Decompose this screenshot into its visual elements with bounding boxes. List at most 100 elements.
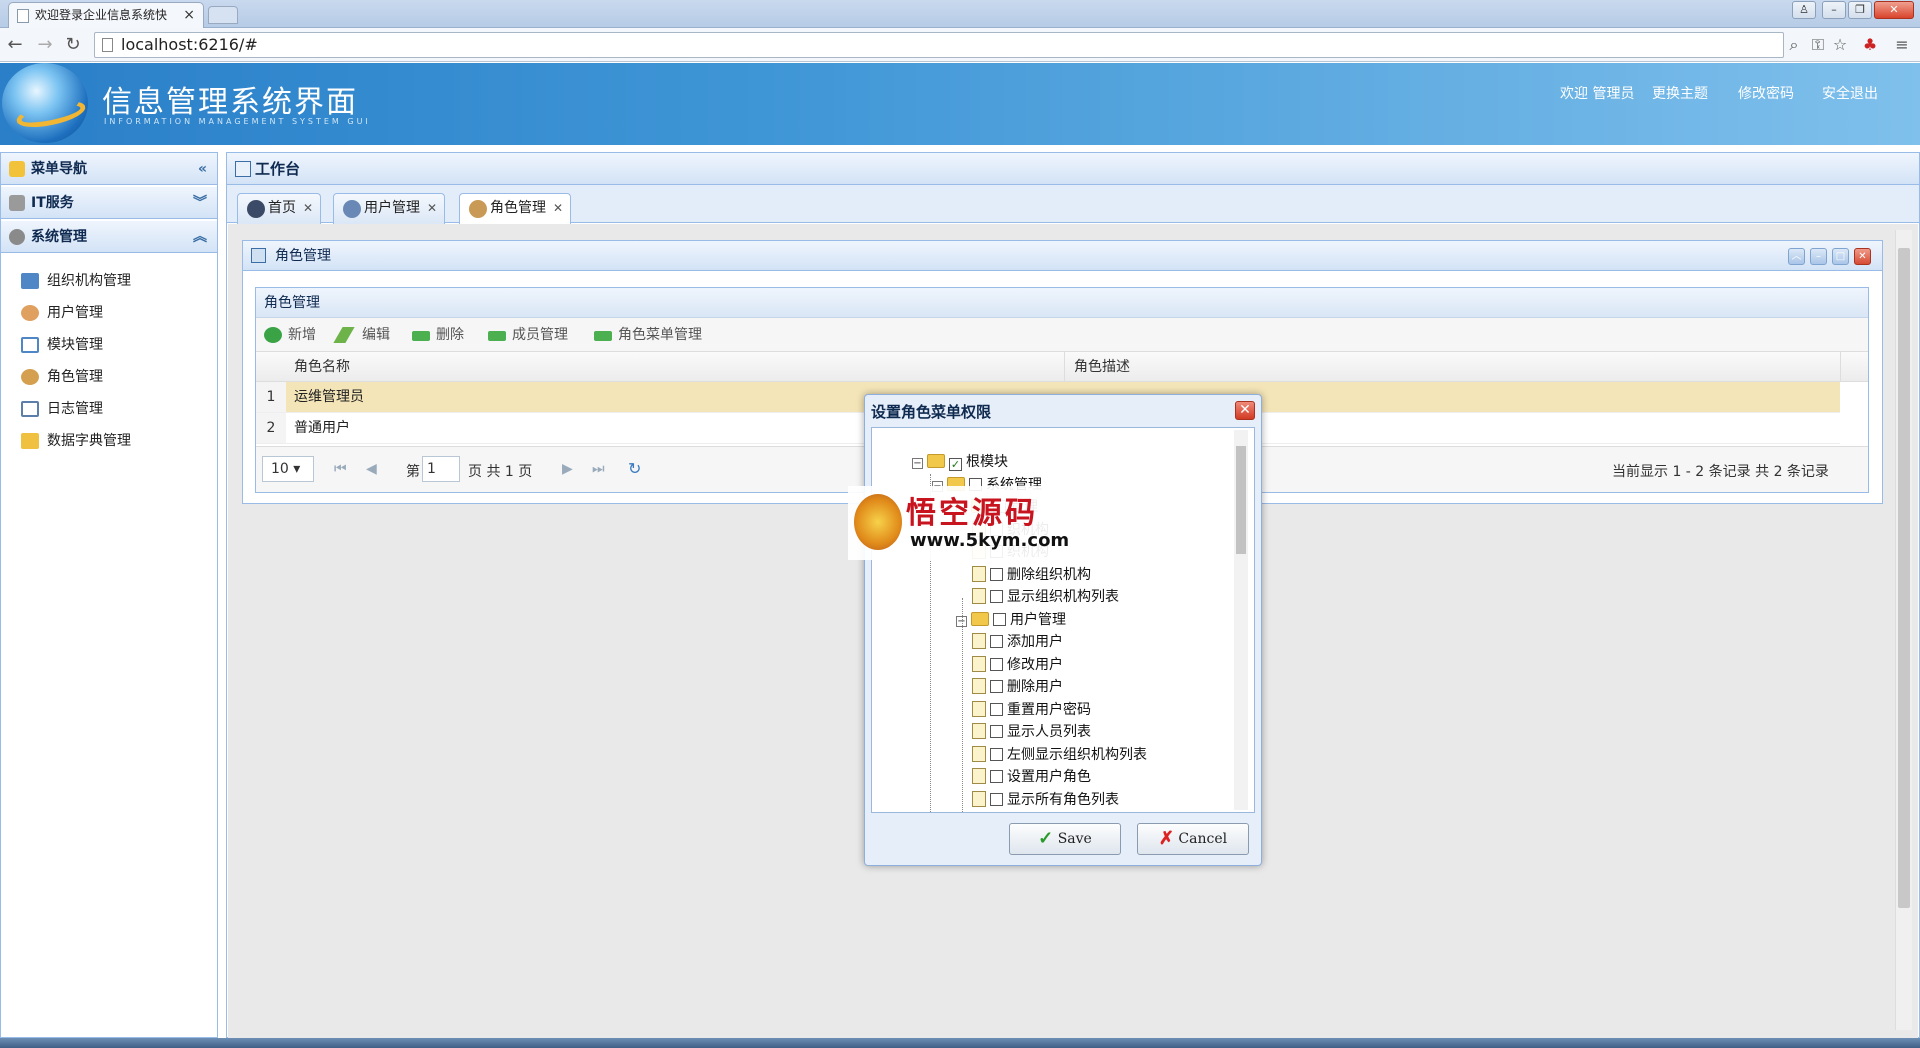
watermark: 悟空源码 www.5kym.com bbox=[848, 486, 1074, 560]
delete-button[interactable]: 删除 bbox=[412, 326, 464, 344]
tree-folder-node[interactable]: − ✓ 根模块 bbox=[912, 452, 1008, 472]
last-page-icon[interactable]: ⏭ bbox=[592, 461, 605, 477]
permission-checkbox[interactable] bbox=[990, 725, 1003, 738]
change-password-link[interactable]: 修改密码 bbox=[1738, 83, 1794, 103]
user-icon bbox=[21, 305, 39, 321]
page-label-post: 页 共 1 页 bbox=[468, 464, 533, 480]
forward-icon[interactable]: → bbox=[34, 34, 56, 56]
next-page-icon[interactable]: ▶ bbox=[562, 461, 573, 477]
tab-roles[interactable]: 角色管理 ✕ bbox=[459, 193, 571, 225]
members-button[interactable]: 成员管理 bbox=[488, 326, 568, 344]
permission-checkbox[interactable] bbox=[990, 657, 1003, 671]
log-icon bbox=[21, 401, 39, 417]
check-icon: ✓ bbox=[1038, 828, 1054, 849]
sidebar-item-label: 用户管理 bbox=[47, 305, 103, 321]
permission-checkbox[interactable] bbox=[990, 567, 1003, 581]
minimize-button[interactable]: – bbox=[1822, 1, 1846, 19]
permission-checkbox[interactable] bbox=[990, 792, 1003, 806]
zoom-icon[interactable]: ⌕ bbox=[1784, 36, 1804, 54]
permission-checkbox[interactable] bbox=[993, 612, 1006, 626]
tree-leaf-node[interactable]: 删除用户 bbox=[972, 677, 1063, 697]
close-window-button[interactable]: ✕ bbox=[1874, 1, 1914, 19]
new-tab-button[interactable] bbox=[208, 6, 238, 24]
page-size-select[interactable]: 10 ▾ bbox=[262, 456, 314, 482]
delete-label: 删除 bbox=[436, 327, 464, 343]
tree-leaf-node[interactable]: 修改用户 bbox=[972, 655, 1063, 675]
permission-checkbox[interactable] bbox=[990, 702, 1003, 716]
sidebar-item-org[interactable]: 组织机构管理 bbox=[21, 271, 131, 291]
collapse-panel-button[interactable]: ︿ bbox=[1788, 248, 1805, 265]
sidebar-item-roles[interactable]: 角色管理 bbox=[21, 367, 103, 387]
address-bar[interactable]: localhost:6216/# bbox=[94, 32, 1784, 58]
permission-checkbox[interactable] bbox=[990, 747, 1003, 761]
close-panel-button[interactable]: ✕ bbox=[1854, 248, 1871, 265]
document-icon bbox=[972, 723, 986, 739]
tree-leaf-node[interactable]: 显示人员列表 bbox=[972, 722, 1091, 742]
star-icon[interactable]: ☆ bbox=[1830, 36, 1850, 54]
role-menu-button[interactable]: 角色菜单管理 bbox=[594, 326, 702, 344]
permission-checkbox[interactable]: ✓ bbox=[949, 458, 962, 471]
restore-button[interactable]: ❐ bbox=[1848, 1, 1872, 19]
page-scrollbar[interactable] bbox=[1895, 230, 1912, 1030]
tree-scrollbar[interactable] bbox=[1234, 430, 1248, 810]
reload-icon[interactable]: ↻ bbox=[62, 34, 84, 56]
edit-button[interactable]: 编辑 bbox=[333, 326, 390, 344]
browser-tab[interactable]: 欢迎登录企业信息系统快 × bbox=[8, 2, 204, 28]
tree-leaf-node[interactable]: 显示组织机构列表 bbox=[972, 587, 1119, 607]
menu-icon[interactable]: ≡ bbox=[1892, 36, 1912, 54]
prev-page-icon[interactable]: ◀ bbox=[366, 461, 377, 477]
tree-leaf-node[interactable]: 设置用户角色 bbox=[972, 767, 1091, 787]
cancel-button[interactable]: ✗ Cancel bbox=[1137, 823, 1249, 855]
maximize-panel-button[interactable]: □ bbox=[1832, 248, 1849, 265]
refresh-icon[interactable]: ↻ bbox=[628, 459, 641, 478]
sidebar-item-modules[interactable]: 模块管理 bbox=[21, 335, 103, 355]
watermark-url: www.5kym.com bbox=[910, 530, 1070, 551]
page-icon bbox=[17, 9, 29, 23]
collapse-sidebar-icon[interactable]: « bbox=[198, 153, 207, 185]
add-button[interactable]: 新增 bbox=[264, 326, 316, 344]
change-theme-link[interactable]: 更换主题 bbox=[1652, 83, 1708, 103]
permission-checkbox[interactable] bbox=[990, 635, 1003, 648]
sidebar-item-logs[interactable]: 日志管理 bbox=[21, 399, 103, 419]
close-tab-icon[interactable]: ✕ bbox=[427, 194, 437, 222]
tab-label: 角色管理 bbox=[490, 200, 546, 216]
tree-leaf-node[interactable]: 显示所有角色列表 bbox=[972, 790, 1119, 810]
sidebar-group-it[interactable]: IT服务 ︾ bbox=[1, 187, 217, 219]
tab-users[interactable]: 用户管理 ✕ bbox=[333, 193, 445, 224]
tab-home[interactable]: 首页 ✕ bbox=[237, 193, 321, 224]
sidebar-group-system[interactable]: 系统管理 ︽ bbox=[1, 221, 217, 253]
page-number-input[interactable]: 1 bbox=[422, 456, 460, 482]
page-icon bbox=[102, 38, 113, 52]
document-icon bbox=[972, 588, 986, 604]
logout-link[interactable]: 安全退出 bbox=[1822, 83, 1878, 103]
collapse-node-icon[interactable]: − bbox=[912, 458, 923, 469]
column-role-name[interactable]: 角色名称 bbox=[294, 352, 350, 382]
save-button[interactable]: ✓ Save bbox=[1009, 823, 1121, 855]
permission-checkbox[interactable] bbox=[990, 590, 1003, 603]
tree-node-label: 显示组织机构列表 bbox=[1007, 589, 1119, 605]
close-tab-icon[interactable]: ✕ bbox=[303, 194, 313, 222]
sidebar-item-users[interactable]: 用户管理 bbox=[21, 303, 103, 323]
permission-checkbox[interactable] bbox=[990, 680, 1003, 693]
minimize-panel-button[interactable]: – bbox=[1810, 248, 1827, 265]
back-icon[interactable]: ← bbox=[4, 34, 26, 56]
collapse-icon[interactable]: ︽ bbox=[193, 221, 207, 253]
tree-leaf-node[interactable]: 添加用户 bbox=[972, 632, 1063, 652]
column-role-desc[interactable]: 角色描述 bbox=[1074, 352, 1130, 382]
key-icon[interactable]: ⚿ bbox=[1808, 36, 1828, 54]
user-icon[interactable]: ♙ bbox=[1792, 1, 1816, 19]
tree-node-label: 根模块 bbox=[966, 454, 1008, 470]
close-tab-icon[interactable]: ✕ bbox=[553, 194, 563, 222]
tree-leaf-node[interactable]: 删除组织机构 bbox=[972, 565, 1091, 585]
sidebar-item-label: 角色管理 bbox=[47, 369, 103, 385]
sidebar-item-dictionary[interactable]: 数据字典管理 bbox=[21, 431, 131, 451]
tree-folder-node[interactable]: − 用户管理 bbox=[956, 610, 1066, 630]
first-page-icon[interactable]: ⏮ bbox=[334, 461, 347, 477]
tree-leaf-node[interactable]: 左侧显示组织机构列表 bbox=[972, 745, 1147, 765]
extension-icon[interactable]: ♣ bbox=[1860, 36, 1880, 54]
permission-checkbox[interactable] bbox=[990, 770, 1003, 783]
expand-icon[interactable]: ︾ bbox=[193, 187, 207, 219]
close-tab-icon[interactable]: × bbox=[183, 3, 195, 27]
dialog-close-button[interactable]: ✕ bbox=[1235, 401, 1255, 420]
tree-leaf-node[interactable]: 重置用户密码 bbox=[972, 700, 1091, 720]
